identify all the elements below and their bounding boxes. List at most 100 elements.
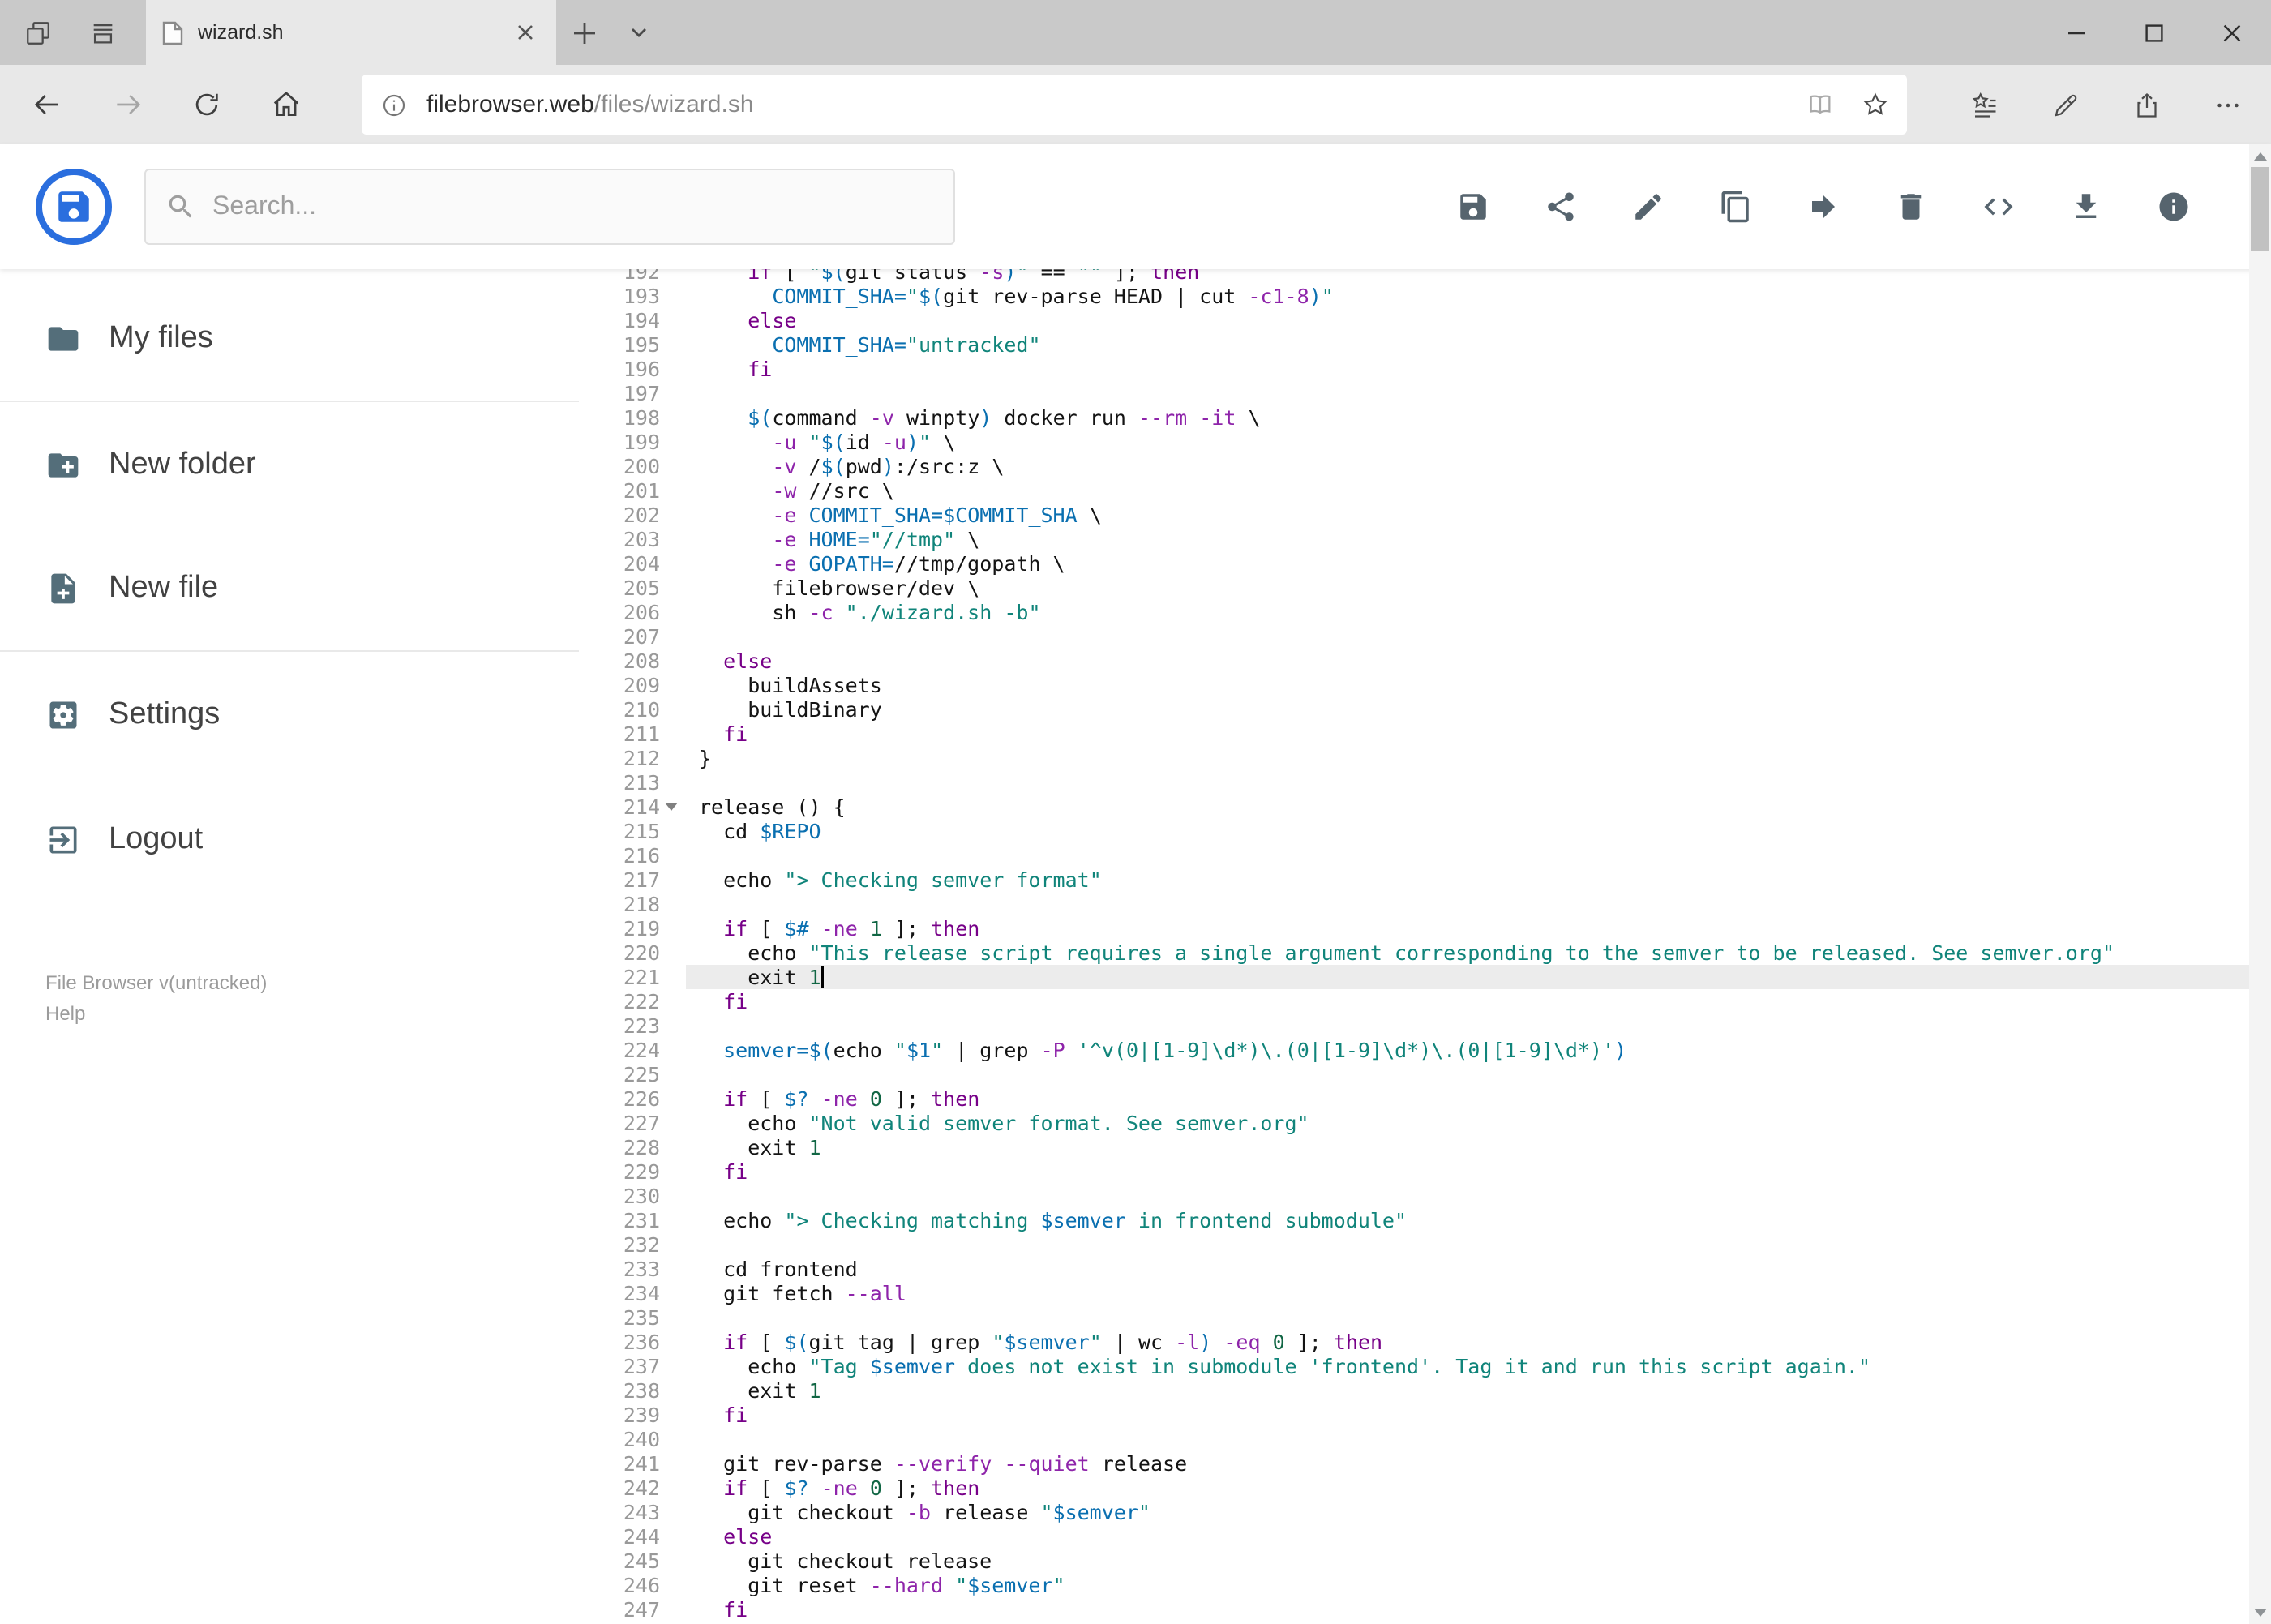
more-options-button[interactable] bbox=[2196, 74, 2260, 135]
share-button[interactable] bbox=[1543, 190, 1577, 224]
code-line[interactable]: 234 git fetch --all bbox=[579, 1281, 2248, 1305]
scrollbar-thumb[interactable] bbox=[2251, 167, 2269, 251]
code-line[interactable]: 236 if [ $(git tag | grep "$semver" | wc… bbox=[579, 1330, 2248, 1354]
close-window-button[interactable] bbox=[2193, 0, 2271, 65]
code-line[interactable]: 228 exit 1 bbox=[579, 1135, 2248, 1159]
code-line[interactable]: 232 bbox=[579, 1232, 2248, 1257]
filebrowser-logo[interactable] bbox=[36, 169, 112, 245]
code-line[interactable]: 242 if [ $? -ne 0 ]; then bbox=[579, 1476, 2248, 1500]
code-line[interactable]: 196 fi bbox=[579, 357, 2248, 381]
tabs-set-aside-icon[interactable] bbox=[81, 11, 123, 54]
site-info-icon[interactable] bbox=[375, 85, 413, 124]
edit-button[interactable] bbox=[1630, 190, 1665, 224]
code-line[interactable]: 199 -u "$(id -u)" \ bbox=[579, 430, 2248, 454]
code-line[interactable]: 226 if [ $? -ne 0 ]; then bbox=[579, 1086, 2248, 1111]
web-note-button[interactable] bbox=[2033, 74, 2098, 135]
add-favorite-button[interactable] bbox=[1852, 82, 1897, 127]
back-button[interactable] bbox=[16, 74, 78, 135]
home-button[interactable] bbox=[255, 74, 316, 135]
code-line[interactable]: 218 bbox=[579, 892, 2248, 916]
share-page-button[interactable] bbox=[2115, 74, 2179, 135]
sidebar-item-my-files[interactable]: My files bbox=[0, 277, 579, 402]
code-line[interactable]: 231 echo "> Checking matching $semver in… bbox=[579, 1208, 2248, 1232]
code-line[interactable]: 223 bbox=[579, 1013, 2248, 1038]
code-line[interactable]: 244 else bbox=[579, 1524, 2248, 1549]
code-line[interactable]: 200 -v /$(pwd):/src:z \ bbox=[579, 454, 2248, 478]
code-line[interactable]: 246 git reset --hard "$semver" bbox=[579, 1573, 2248, 1597]
code-line[interactable]: 208 else bbox=[579, 649, 2248, 673]
address-bar[interactable]: filebrowser.web/files/wizard.sh bbox=[362, 75, 1907, 135]
reading-view-button[interactable] bbox=[1797, 82, 1842, 127]
code-line[interactable]: 222 fi bbox=[579, 989, 2248, 1013]
minimize-button[interactable] bbox=[2037, 0, 2115, 65]
code-line[interactable]: 201 -w //src \ bbox=[579, 478, 2248, 503]
sidebar-item-new-file[interactable]: New file bbox=[0, 527, 579, 652]
scroll-down-arrow-icon[interactable] bbox=[2253, 1608, 2266, 1616]
code-line[interactable]: 204 -e GOPATH=//tmp/gopath \ bbox=[579, 551, 2248, 576]
move-button[interactable] bbox=[1806, 190, 1840, 224]
code-line[interactable]: 245 git checkout release bbox=[579, 1549, 2248, 1573]
browser-tab[interactable]: wizard.sh bbox=[146, 0, 556, 65]
code-line[interactable]: 192 if [ "$(git status -s)" == "" ]; the… bbox=[579, 269, 2248, 284]
code-line[interactable]: 216 bbox=[579, 843, 2248, 868]
code-line[interactable]: 221 exit 1 bbox=[579, 965, 2248, 989]
code-line[interactable]: 198 $(command -v winpty) docker run --rm… bbox=[579, 405, 2248, 430]
tab-close-icon[interactable] bbox=[511, 18, 540, 47]
info-button[interactable] bbox=[2156, 190, 2190, 224]
search-input[interactable] bbox=[212, 192, 934, 221]
code-line[interactable]: 203 -e HOME="//tmp" \ bbox=[579, 527, 2248, 551]
code-line[interactable]: 235 bbox=[579, 1305, 2248, 1330]
code-line[interactable]: 227 echo "Not valid semver format. See s… bbox=[579, 1111, 2248, 1135]
code-line[interactable]: 219 if [ $# -ne 1 ]; then bbox=[579, 916, 2248, 941]
raw-code-button[interactable] bbox=[1981, 190, 2015, 224]
code-line[interactable]: 241 git rev-parse --verify --quiet relea… bbox=[579, 1451, 2248, 1476]
vertical-scrollbar[interactable] bbox=[2248, 144, 2271, 1624]
forward-button[interactable] bbox=[96, 74, 157, 135]
sidebar-item-logout[interactable]: Logout bbox=[0, 777, 579, 902]
code-line[interactable]: 209 buildAssets bbox=[579, 673, 2248, 697]
scroll-up-arrow-icon[interactable] bbox=[2253, 152, 2266, 161]
download-button[interactable] bbox=[2068, 190, 2102, 224]
code-line[interactable]: 215 cd $REPO bbox=[579, 819, 2248, 843]
tab-preview-chevron-icon[interactable] bbox=[611, 0, 666, 65]
code-line[interactable]: 237 echo "Tag $semver does not exist in … bbox=[579, 1354, 2248, 1378]
code-line[interactable]: 225 bbox=[579, 1062, 2248, 1086]
code-line[interactable]: 233 cd frontend bbox=[579, 1257, 2248, 1281]
code-line[interactable]: 214 release () { bbox=[579, 795, 2248, 819]
code-line[interactable]: 213 bbox=[579, 770, 2248, 795]
code-line[interactable]: 197 bbox=[579, 381, 2248, 405]
code-editor[interactable]: 192 if [ "$(git status -s)" == "" ]; the… bbox=[579, 269, 2248, 1624]
fold-arrow-icon[interactable] bbox=[665, 803, 678, 811]
code-line[interactable]: 217 echo "> Checking semver format" bbox=[579, 868, 2248, 892]
help-link[interactable]: Help bbox=[45, 999, 267, 1030]
code-line[interactable]: 224 semver=$(echo "$1" | grep -P '^v(0|[… bbox=[579, 1038, 2248, 1062]
set-tabs-aside-icon[interactable] bbox=[16, 11, 58, 54]
code-line[interactable]: 202 -e COMMIT_SHA=$COMMIT_SHA \ bbox=[579, 503, 2248, 527]
refresh-button[interactable] bbox=[175, 74, 237, 135]
save-button[interactable] bbox=[1455, 190, 1489, 224]
search-box[interactable] bbox=[144, 169, 955, 245]
code-line[interactable]: 240 bbox=[579, 1427, 2248, 1451]
code-line[interactable]: 205 filebrowser/dev \ bbox=[579, 576, 2248, 600]
delete-button[interactable] bbox=[1893, 190, 1927, 224]
new-tab-button[interactable] bbox=[556, 0, 611, 65]
code-line[interactable]: 229 fi bbox=[579, 1159, 2248, 1184]
code-line[interactable]: 243 git checkout -b release "$semver" bbox=[579, 1500, 2248, 1524]
code-line[interactable]: 220 echo "This release script requires a… bbox=[579, 941, 2248, 965]
hub-favorites-button[interactable] bbox=[1952, 74, 2017, 135]
code-line[interactable]: 230 bbox=[579, 1184, 2248, 1208]
maximize-button[interactable] bbox=[2115, 0, 2193, 65]
code-line[interactable]: 206 sh -c "./wizard.sh -b" bbox=[579, 600, 2248, 624]
code-line[interactable]: 210 buildBinary bbox=[579, 697, 2248, 722]
code-line[interactable]: 247 fi bbox=[579, 1597, 2248, 1622]
code-line[interactable]: 238 exit 1 bbox=[579, 1378, 2248, 1403]
copy-button[interactable] bbox=[1718, 190, 1752, 224]
code-line[interactable]: 194 else bbox=[579, 308, 2248, 332]
sidebar-item-settings[interactable]: Settings bbox=[0, 652, 579, 777]
sidebar-item-new-folder[interactable]: New folder bbox=[0, 402, 579, 527]
code-line[interactable]: 212} bbox=[579, 746, 2248, 770]
code-line[interactable]: 193 COMMIT_SHA="$(git rev-parse HEAD | c… bbox=[579, 284, 2248, 308]
code-line[interactable]: 207 bbox=[579, 624, 2248, 649]
code-line[interactable]: 211 fi bbox=[579, 722, 2248, 746]
code-line[interactable]: 195 COMMIT_SHA="untracked" bbox=[579, 332, 2248, 357]
